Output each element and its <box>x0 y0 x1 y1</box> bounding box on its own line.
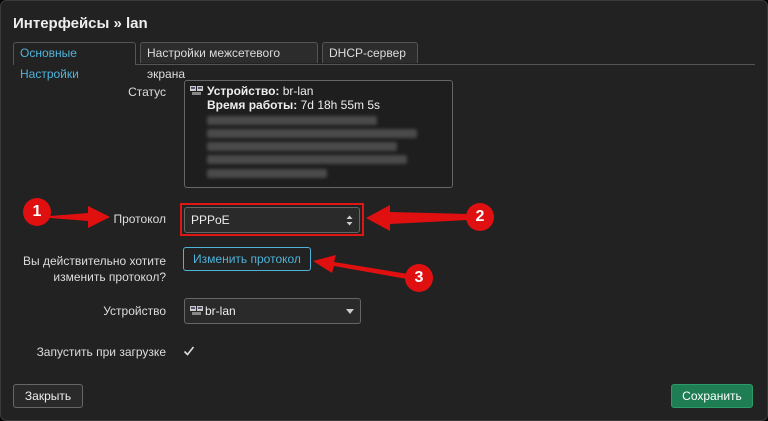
annotation-marker-2: 2 <box>466 203 494 231</box>
annotation-arrow-1 <box>50 206 110 228</box>
annotation-arrow-2 <box>366 205 468 231</box>
annotation-arrows <box>50 205 468 279</box>
annotation-marker-1: 1 <box>23 198 51 226</box>
annotation-arrow-3 <box>313 255 408 279</box>
annotation-marker-3: 3 <box>405 264 433 292</box>
